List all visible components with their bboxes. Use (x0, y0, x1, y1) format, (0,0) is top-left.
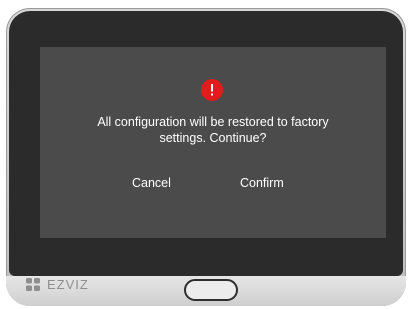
alert-icon (201, 79, 223, 101)
brand-logo: EZVIZ (26, 277, 89, 292)
brand-name: EZVIZ (47, 277, 89, 292)
brand-mark-icon (26, 277, 40, 291)
dialog-screen: All configuration will be restored to fa… (40, 47, 386, 238)
dialog-message: All configuration will be restored to fa… (97, 115, 329, 145)
screen-bezel: All configuration will be restored to fa… (9, 11, 403, 276)
cancel-button[interactable]: Cancel (126, 173, 177, 193)
confirm-button[interactable]: Confirm (234, 173, 290, 193)
home-button[interactable] (184, 279, 238, 301)
device-frame: All configuration will be restored to fa… (6, 8, 406, 306)
